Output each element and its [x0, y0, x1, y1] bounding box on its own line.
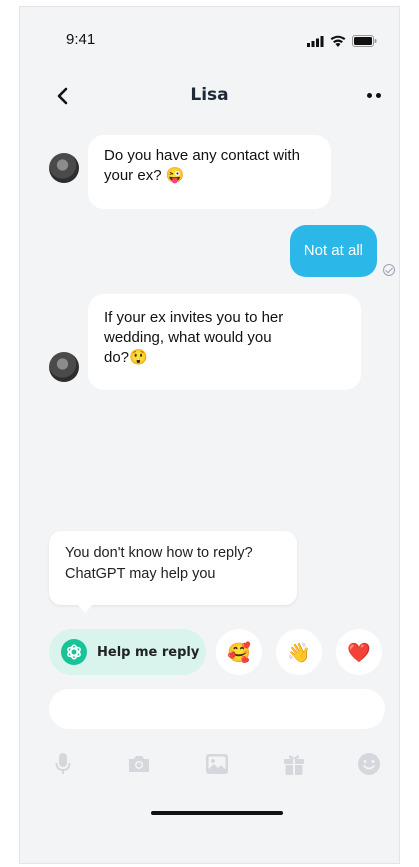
message-text-line: your ex? 😜 — [104, 167, 185, 184]
hint-line: ChatGPT may help you — [65, 566, 216, 582]
help-me-reply-button[interactable]: Help me reply — [49, 629, 206, 675]
more-icon[interactable] — [367, 93, 381, 98]
contact-avatar[interactable] — [49, 352, 79, 382]
status-time: 9:41 — [66, 31, 96, 48]
message-text-line: wedding, what would you — [104, 329, 272, 346]
chatgpt-icon — [61, 639, 87, 665]
gift-icon[interactable] — [280, 751, 308, 777]
hint-line: You don't know how to reply? — [65, 545, 253, 561]
contact-name: Lisa — [190, 85, 229, 105]
incoming-message: If your ex invites you to her wedding, w… — [88, 294, 361, 390]
status-bar: 9:41 — [20, 31, 399, 55]
battery-icon — [352, 35, 377, 47]
reply-hint-tooltip: You don't know how to reply? ChatGPT may… — [49, 531, 297, 613]
waving-hand-emoji: 👋 — [287, 641, 311, 664]
signal-icon — [307, 35, 324, 47]
message-text: Not at all — [303, 242, 363, 259]
incoming-message: Do you have any contact with your ex? 😜 — [88, 135, 331, 209]
composer-toolbar — [20, 751, 399, 777]
contact-avatar[interactable] — [49, 153, 79, 183]
message-text-line: Do you have any contact with — [104, 147, 300, 164]
smiling-hearts-emoji: 🥰 — [227, 641, 251, 664]
chat-header: Lisa — [20, 85, 399, 115]
help-me-reply-label: Help me reply — [97, 644, 200, 660]
read-receipt-icon — [383, 264, 395, 276]
camera-icon[interactable] — [125, 751, 153, 777]
outgoing-message: Not at all — [289, 225, 377, 277]
emoji-reply-button[interactable]: ❤️ — [336, 629, 382, 675]
home-indicator[interactable] — [151, 811, 283, 815]
emoji-icon[interactable] — [355, 751, 383, 777]
emoji-reply-button[interactable]: 👋 — [276, 629, 322, 675]
emoji-reply-button[interactable]: 🥰 — [216, 629, 262, 675]
red-heart-emoji: ❤️ — [347, 641, 371, 664]
chat-screen: 9:41 Lisa Do you have any contact with y… — [19, 6, 400, 864]
status-icons — [307, 35, 377, 47]
message-text-line: do?😲 — [104, 349, 148, 366]
image-icon[interactable] — [203, 751, 231, 777]
message-text-line: If your ex invites you to her — [104, 309, 284, 326]
message-input[interactable] — [49, 689, 385, 729]
tooltip-tail — [77, 604, 93, 613]
microphone-icon[interactable] — [49, 751, 77, 777]
wifi-icon — [330, 35, 346, 47]
